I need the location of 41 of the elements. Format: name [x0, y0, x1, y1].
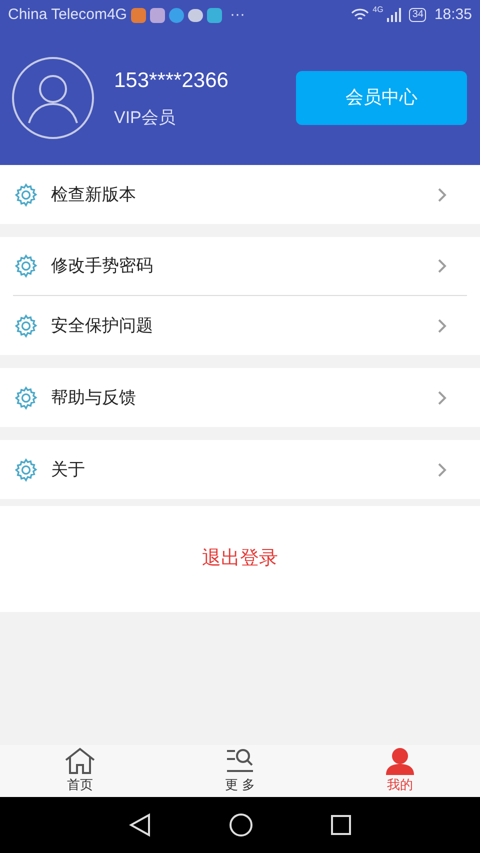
membership-level: VIP会员 — [114, 106, 176, 128]
tab[interactable]: 首页 — [0, 745, 160, 797]
home-icon — [64, 747, 96, 776]
more-notifications: ··· — [230, 4, 245, 25]
menu-label: 帮助与反馈 — [51, 386, 137, 409]
signal-icon — [387, 8, 402, 22]
home-button-icon[interactable] — [229, 813, 253, 837]
chevron-icon — [437, 258, 447, 274]
tab[interactable]: 我的 — [320, 745, 480, 797]
chevron-icon — [437, 186, 447, 202]
avatar-icon — [12, 56, 94, 138]
menu-item[interactable]: 安全保护问题 — [13, 296, 467, 355]
app-icon — [150, 8, 165, 22]
wifi-icon — [350, 8, 369, 22]
menu-item[interactable]: 修改手势密码 — [13, 237, 467, 296]
phone-number: 153****2366 — [114, 68, 228, 94]
menu-label: 修改手势密码 — [51, 255, 154, 278]
settings-icon — [13, 456, 39, 482]
settings-icon — [13, 312, 39, 338]
menu-label: 关于 — [51, 458, 86, 481]
app-icon — [206, 8, 222, 22]
carrier-name: China Telecom4G — [8, 4, 127, 25]
menu-label: 检查新版本 — [51, 184, 137, 206]
tab[interactable]: 更 多 — [160, 745, 320, 797]
chevron-icon — [437, 318, 447, 334]
chevron-icon — [437, 462, 447, 478]
logout-button[interactable]: 退出登录 — [202, 544, 278, 574]
app-icon — [130, 8, 146, 22]
settings-icon — [13, 182, 39, 208]
battery-indicator: 34 — [409, 8, 426, 22]
recents-icon[interactable] — [331, 815, 351, 835]
settings-icon — [13, 384, 39, 410]
menu-label: 安全保护问题 — [51, 314, 154, 337]
back-icon[interactable] — [129, 813, 151, 837]
app-icon — [168, 8, 184, 22]
person-icon — [385, 747, 415, 776]
chevron-icon — [437, 390, 447, 406]
chat-icon — [188, 8, 203, 22]
network-type: 4G — [372, 4, 384, 16]
clock-time: 18:35 — [434, 4, 472, 25]
settings-icon — [13, 253, 39, 279]
